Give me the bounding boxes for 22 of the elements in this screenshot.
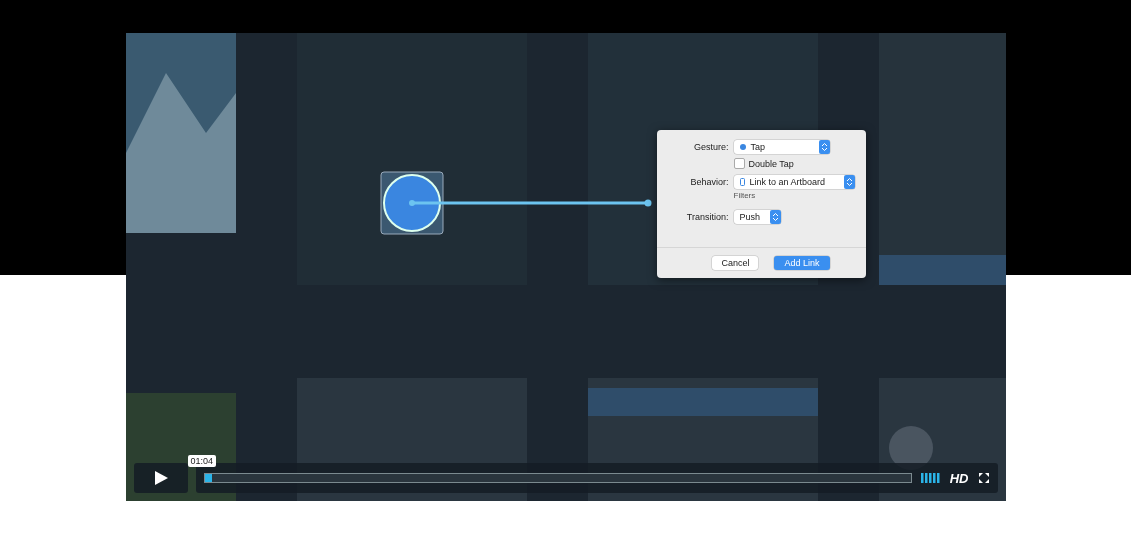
fullscreen-icon[interactable]: [977, 472, 990, 484]
progress-bar[interactable]: [203, 473, 912, 483]
transition-select[interactable]: Push: [733, 210, 781, 224]
dot-icon: [739, 144, 746, 150]
stepper-icon[interactable]: [843, 175, 855, 189]
volume-icon[interactable]: [920, 473, 941, 483]
link-connector-drawing[interactable]: [380, 171, 651, 235]
gesture-select[interactable]: Tap: [733, 140, 830, 154]
cancel-button[interactable]: Cancel: [712, 256, 759, 270]
field-label: Gesture:: [693, 142, 729, 152]
filters-label: Filters: [733, 191, 757, 200]
behavior-select[interactable]: Link to an Artboard: [733, 175, 855, 189]
play-icon: [152, 470, 169, 486]
hd-button[interactable]: HD: [949, 470, 969, 486]
stepper-icon[interactable]: [769, 210, 781, 224]
field-label: Behavior:: [689, 177, 729, 187]
field-label: Transition:: [685, 212, 729, 222]
time-tooltip: 01:04: [187, 455, 217, 467]
stepper-icon[interactable]: [818, 140, 830, 154]
play-button[interactable]: [133, 463, 188, 493]
phone-icon: [739, 178, 745, 186]
double-tap-checkbox[interactable]: Double Tap: [733, 158, 866, 169]
